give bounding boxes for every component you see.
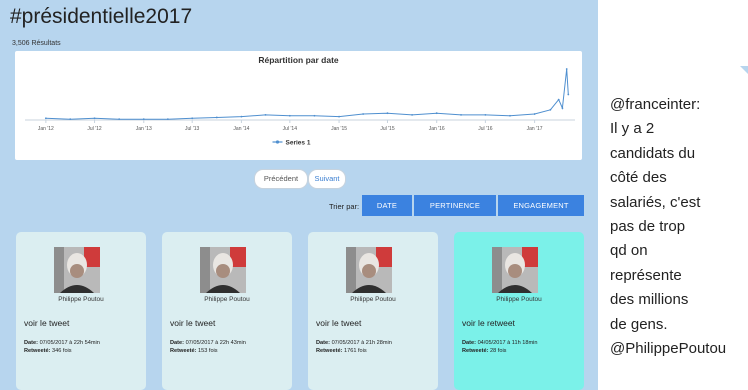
date-distribution-chart: Répartition par date Jan '12 Jul '12 Jan '1… <box>15 51 582 160</box>
retweet-count: 1761 fois <box>344 348 367 354</box>
avatar-photo <box>200 247 246 293</box>
date-label: Date: <box>316 340 330 346</box>
data-point <box>215 116 218 119</box>
x-tick-label: Jan '13 <box>136 126 152 132</box>
data-point <box>567 93 570 96</box>
retweet-count: 28 fois <box>490 348 507 354</box>
retweet-label: Retweeté: <box>462 348 489 354</box>
tweet-meta: Date: 07/05/2017 à 21h 28min Retweeté: 17… <box>316 339 392 355</box>
data-point <box>69 118 72 121</box>
data-point <box>435 112 438 115</box>
tweet-text: @franceinter: Il y a 2 candidats du côté… <box>610 96 727 358</box>
avatar-photo <box>492 247 538 293</box>
legend-label[interactable]: Series 1 <box>286 140 311 147</box>
corner-marker-icon <box>740 66 748 74</box>
data-point <box>338 115 340 118</box>
result-count: 3,506 Résultats <box>12 40 61 47</box>
date-label: Date: <box>462 340 476 346</box>
date-label: Date: <box>24 340 38 346</box>
data-point <box>549 108 552 111</box>
x-tick-label: Jan '16 <box>429 126 445 132</box>
avatar <box>346 247 392 293</box>
date-label: Date: <box>170 340 184 346</box>
author-name: Philippe Poutou <box>350 296 396 303</box>
previous-page-button[interactable]: Précédent <box>254 169 308 189</box>
data-point <box>191 117 194 120</box>
tweet-date: 04/05/2017 à 11h 18min <box>477 340 538 346</box>
author-name: Philippe Poutou <box>496 296 542 303</box>
view-tweet-link[interactable]: voir le tweet <box>170 318 215 328</box>
chart-svg: Répartition par date Jan '12 Jul '12 Jan '1… <box>25 55 575 147</box>
sort-by-engagement-button[interactable]: ENGAGEMENT <box>498 195 584 216</box>
search-results-app: #présidentielle2017 3,506 Résultats Répa… <box>0 0 598 390</box>
data-point <box>118 118 121 121</box>
tweet-card: Philippe Poutou voir le retweet Date: 04/0… <box>454 232 584 390</box>
avatar <box>200 247 246 293</box>
view-tweet-link[interactable]: voir le tweet <box>316 318 361 328</box>
retweet-label: Retweeté: <box>24 348 51 354</box>
view-tweet-link[interactable]: voir le retweet <box>462 318 515 328</box>
page-title: #présidentielle2017 <box>10 5 193 28</box>
retweet-count: 346 fois <box>52 348 72 354</box>
x-tick-label: Jan '12 <box>38 126 54 132</box>
data-point <box>288 114 291 117</box>
x-tick-label: Jan '15 <box>331 126 347 132</box>
data-point <box>509 114 511 117</box>
data-point <box>557 98 560 101</box>
x-tick-label: Jul '16 <box>478 126 493 132</box>
avatar-photo <box>54 247 100 293</box>
x-tick-label: Jul '14 <box>283 126 298 132</box>
tweet-meta: Date: 07/05/2017 à 22h 54min Retweeté: 34… <box>24 339 100 355</box>
sort-label: Trier par: <box>329 202 360 211</box>
legend-marker <box>275 140 280 144</box>
data-point <box>561 107 564 109</box>
data-point <box>533 113 536 115</box>
x-tick-label: Jul '13 <box>185 126 200 132</box>
x-tick-label: Jul '15 <box>380 126 395 132</box>
author-name: Philippe Poutou <box>58 296 104 303</box>
series-line <box>45 68 569 120</box>
data-point <box>386 112 389 115</box>
retweet-label: Retweeté: <box>170 348 197 354</box>
data-point <box>565 68 568 70</box>
data-point <box>484 114 487 116</box>
x-tick-label: Jan '17 <box>527 126 543 132</box>
data-point <box>313 114 316 117</box>
tweet-card: Philippe Poutou voir le tweet Date: 07/05/… <box>308 232 438 390</box>
avatar-photo <box>346 247 392 293</box>
sort-by-date-button[interactable]: DATE <box>362 195 412 216</box>
data-point <box>93 117 96 120</box>
data-point <box>362 113 365 115</box>
tweet-meta: Date: 07/05/2017 à 22h 43min Retweeté: 15… <box>170 339 246 355</box>
avatar <box>54 247 100 293</box>
x-tick-label: Jan '14 <box>233 126 249 132</box>
data-point <box>166 118 169 121</box>
tweet-meta: Date: 04/05/2017 à 11h 18min Retweeté: 28… <box>462 339 538 355</box>
avatar <box>492 247 538 293</box>
data-point <box>411 114 413 116</box>
next-page-button[interactable]: Suivant <box>308 169 346 189</box>
tweet-date: 07/05/2017 à 22h 43min <box>185 340 246 346</box>
data-point <box>240 115 243 118</box>
retweet-count: 153 fois <box>198 348 218 354</box>
tweet-card: Philippe Poutou voir le tweet Date: 07/05/… <box>162 232 292 390</box>
tweet-date: 07/05/2017 à 21h 28min <box>331 340 392 346</box>
sort-by-pertinence-button[interactable]: PERTINENCE <box>414 195 496 216</box>
tweet-card: Philippe Poutou voir le tweet Date: 07/05/… <box>16 232 146 390</box>
chart-title: Répartition par date <box>258 55 339 65</box>
data-point <box>44 117 47 120</box>
view-tweet-link[interactable]: voir le tweet <box>24 318 69 328</box>
x-tick-label: Jul '12 <box>87 126 102 132</box>
data-point <box>264 114 267 116</box>
retweet-label: Retweeté: <box>316 348 343 354</box>
data-point <box>460 114 462 116</box>
author-name: Philippe Poutou <box>204 296 250 303</box>
data-point <box>142 118 145 121</box>
tweet-date: 07/05/2017 à 22h 54min <box>39 340 100 346</box>
